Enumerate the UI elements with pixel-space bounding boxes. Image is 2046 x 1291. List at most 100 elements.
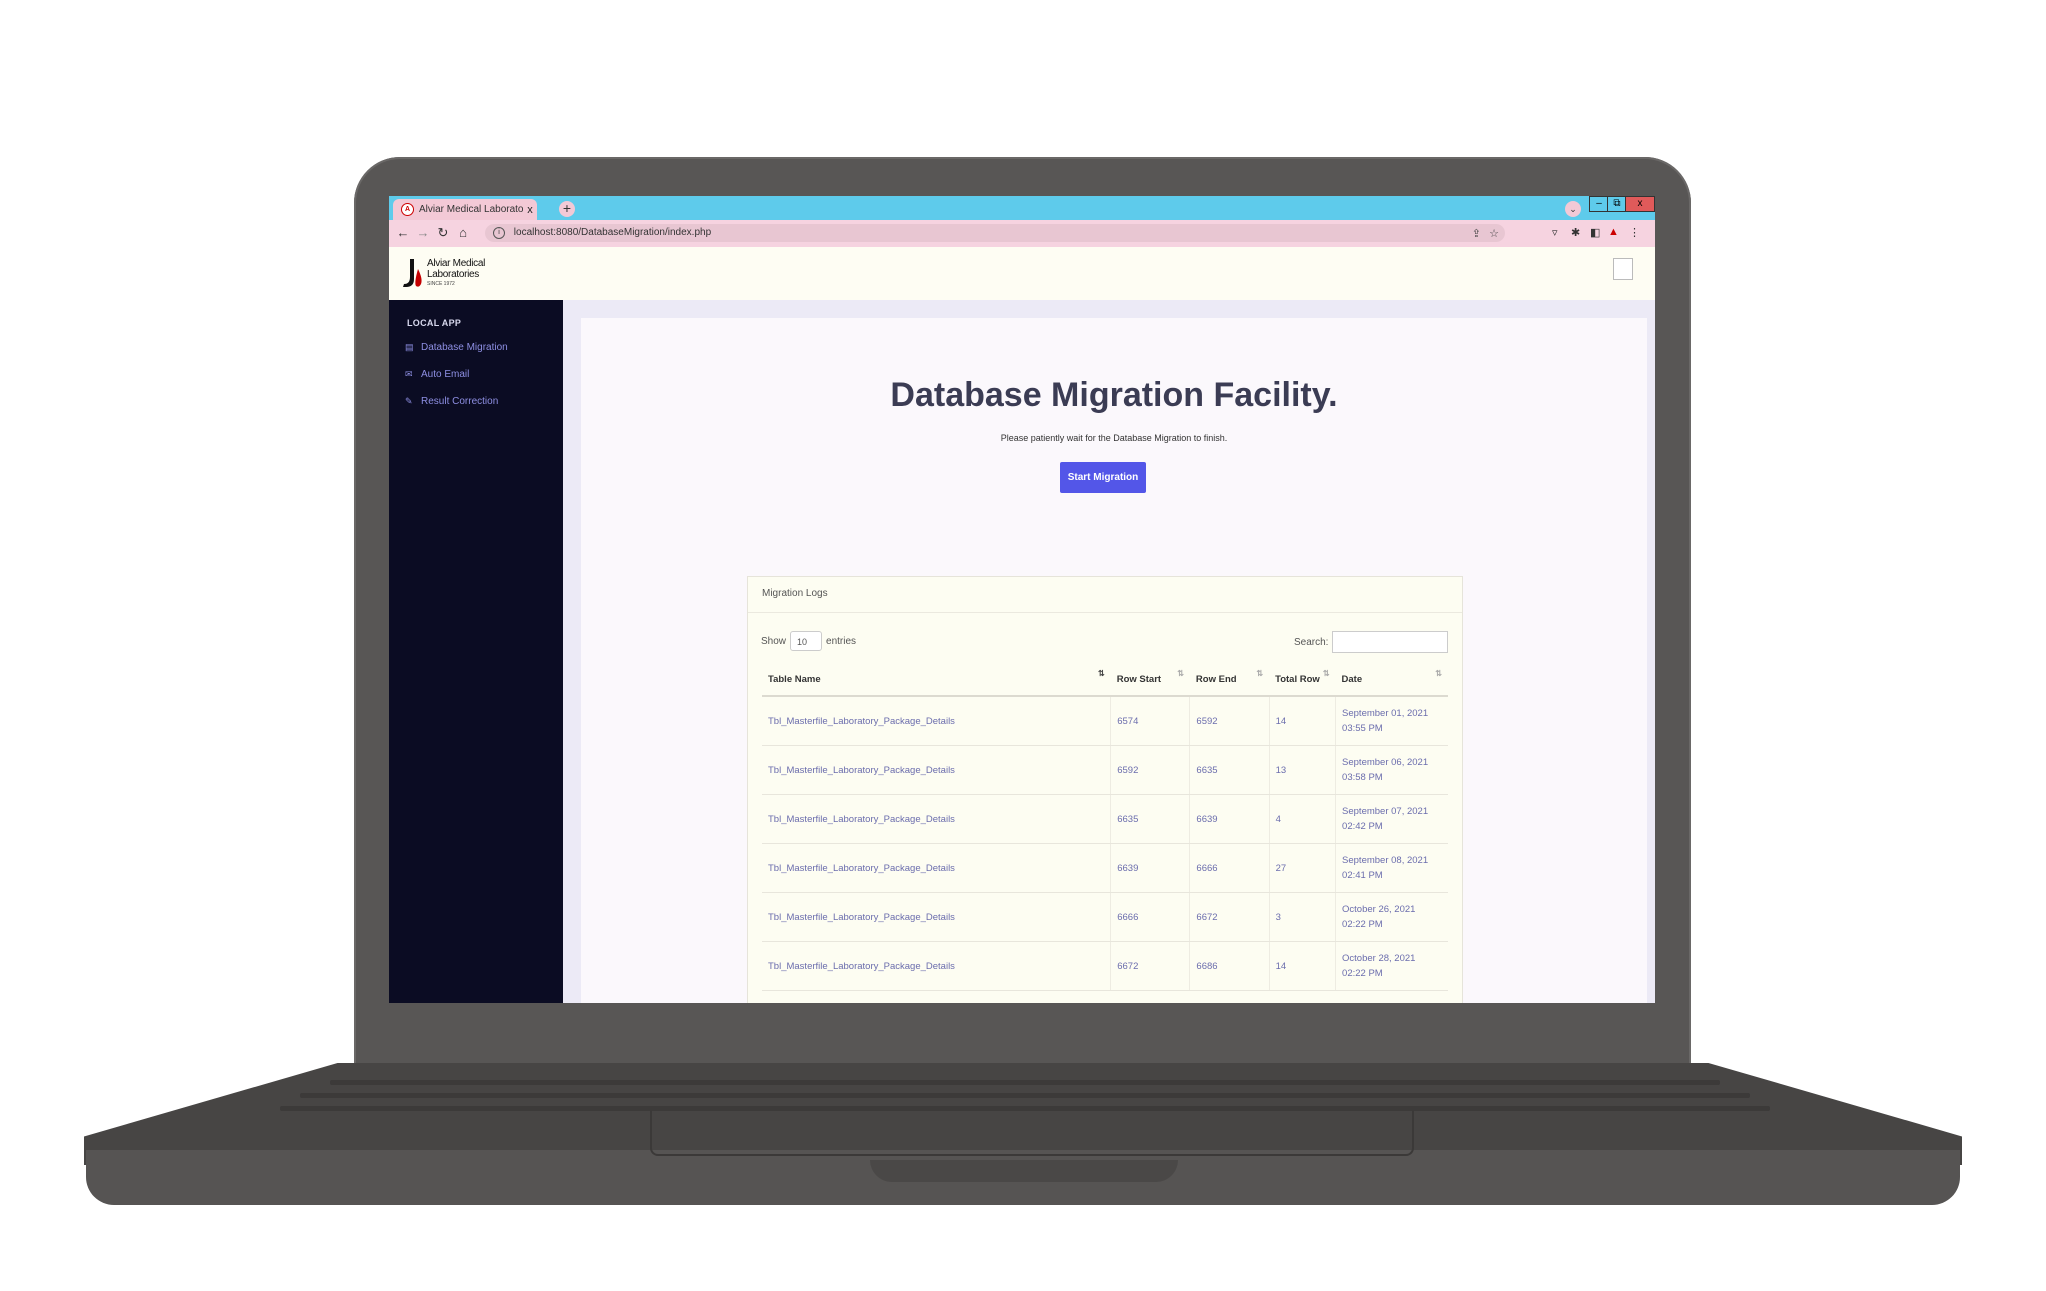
cell-total-row: 13 xyxy=(1269,745,1337,795)
keyboard-row xyxy=(330,1080,1720,1085)
start-migration-button[interactable]: Start Migration xyxy=(1060,462,1146,493)
logo-name-line2: Laboratories xyxy=(427,269,479,280)
sort-icon: ⇅ xyxy=(1435,669,1442,678)
table-row: Tbl_Masterfile_Laboratory_Package_Detail… xyxy=(762,794,1448,844)
cell-total-row: 14 xyxy=(1269,941,1337,991)
main-content: Database Migration Facility. Please pati… xyxy=(563,300,1655,1003)
url-field[interactable]: i localhost:8080/DatabaseMigration/index… xyxy=(485,224,1505,242)
cell-table-name: Tbl_Masterfile_Laboratory_Package_Detail… xyxy=(762,696,1112,746)
minimize-button[interactable]: – xyxy=(1589,196,1609,212)
logo-text: Alviar Medical Laboratories xyxy=(427,258,485,280)
cell-row-end: 6666 xyxy=(1189,843,1270,893)
sidebar-item-label: Result Correction xyxy=(421,396,499,407)
reload-icon[interactable]: ↻ xyxy=(435,225,451,241)
cell-row-start: 6635 xyxy=(1110,794,1191,844)
logo-mark-icon xyxy=(403,259,422,287)
company-logo[interactable]: Alviar Medical Laboratories SINCE 1972 xyxy=(401,257,491,291)
cell-row-start: 6592 xyxy=(1110,745,1191,795)
site-info-icon[interactable]: i xyxy=(493,227,505,239)
sidebar-item-label: Auto Email xyxy=(421,369,470,380)
cell-table-name: Tbl_Masterfile_Laboratory_Package_Detail… xyxy=(762,941,1112,991)
date-time: 02:42 PM xyxy=(1342,821,1383,832)
date-day: September 06, 2021 xyxy=(1342,757,1429,768)
table-row: Tbl_Masterfile_Laboratory_Package_Detail… xyxy=(762,941,1448,991)
migration-logs-table: Table Name ⇅ Row Start ⇅ Row End ⇅ Total Ro… xyxy=(762,663,1448,991)
table-row: Tbl_Masterfile_Laboratory_Package_Detail… xyxy=(762,892,1448,942)
cell-total-row: 14 xyxy=(1269,696,1337,746)
cell-row-end: 6635 xyxy=(1189,745,1270,795)
main-panel: Database Migration Facility. Please pati… xyxy=(581,318,1647,1003)
date-time: 03:55 PM xyxy=(1342,723,1383,734)
browser-menu-icon[interactable]: ⋮ xyxy=(1629,226,1640,239)
cell-row-end: 6686 xyxy=(1189,941,1270,991)
cell-total-row: 4 xyxy=(1269,794,1337,844)
sidebar-item-auto-email[interactable]: ✉ Auto Email xyxy=(405,369,469,380)
cell-table-name: Tbl_Masterfile_Laboratory_Package_Detail… xyxy=(762,892,1112,942)
home-icon[interactable]: ⌂ xyxy=(455,225,471,240)
url-text: localhost:8080/DatabaseMigration/index.p… xyxy=(513,227,712,238)
side-panel-icon[interactable]: ◧ xyxy=(1590,226,1600,239)
database-icon: ▤ xyxy=(405,342,414,352)
site-favicon-icon: A xyxy=(401,203,414,216)
column-header-row-end[interactable]: Row End ⇅ xyxy=(1189,663,1270,697)
column-header-date[interactable]: Date ⇅ xyxy=(1335,663,1448,697)
sort-icon: ⇅ xyxy=(1256,669,1264,678)
cell-row-start: 6639 xyxy=(1110,843,1191,893)
window-close-button[interactable]: x xyxy=(1625,196,1655,212)
card-title: Migration Logs xyxy=(762,588,828,599)
date-day: September 01, 2021 xyxy=(1342,708,1429,719)
sidebar-item-database-migration[interactable]: ▤ Database Migration xyxy=(405,342,508,353)
user-avatar[interactable] xyxy=(1613,258,1633,280)
cell-date: September 07, 2021 02:42 PM xyxy=(1335,794,1448,844)
sidebar-section-title: LOCAL APP xyxy=(407,318,462,328)
pocket-icon[interactable]: ▿ xyxy=(1552,226,1558,239)
tab-close-icon[interactable]: x xyxy=(523,204,537,216)
bookmark-star-icon[interactable]: ☆ xyxy=(1489,225,1499,243)
table-row: Tbl_Masterfile_Laboratory_Package_Detail… xyxy=(762,843,1448,893)
search-input[interactable] xyxy=(1332,631,1449,653)
date-time: 02:41 PM xyxy=(1342,870,1383,881)
column-header-table-name[interactable]: Table Name ⇅ xyxy=(762,663,1111,697)
tab-title: Alviar Medical Laboratories xyxy=(419,204,523,215)
date-day: September 08, 2021 xyxy=(1342,855,1429,866)
cell-date: October 28, 2021 02:22 PM xyxy=(1335,941,1448,991)
restore-button[interactable]: ⧉ xyxy=(1607,196,1627,212)
back-icon[interactable]: ← xyxy=(395,225,411,240)
date-time: 03:58 PM xyxy=(1342,772,1383,783)
sort-icon: ⇅ xyxy=(1098,669,1105,678)
logo-since: SINCE 1972 xyxy=(427,281,455,287)
extensions-puzzle-icon[interactable]: ✱ xyxy=(1571,226,1580,239)
card-header: Migration Logs xyxy=(748,577,1462,613)
table-search: Search: xyxy=(1294,631,1449,653)
migration-logs-card: Migration Logs Show 10 entries Search: T… xyxy=(747,576,1463,1003)
entries-label: entries xyxy=(826,635,857,647)
profile-logo-icon[interactable]: ▲ xyxy=(1608,226,1619,238)
search-label: Search: xyxy=(1294,636,1329,648)
page-title: Database Migration Facility. xyxy=(890,376,1338,414)
date-time: 02:22 PM xyxy=(1342,919,1383,930)
cell-table-name: Tbl_Masterfile_Laboratory_Package_Detail… xyxy=(762,843,1112,893)
tab-search-icon[interactable]: ⌄ xyxy=(1565,201,1581,217)
table-row: Tbl_Masterfile_Laboratory_Package_Detail… xyxy=(762,696,1448,746)
column-header-row-start[interactable]: Row Start ⇅ xyxy=(1110,663,1190,697)
browser-tab[interactable]: A Alviar Medical Laboratories x xyxy=(393,199,537,220)
date-time: 02:22 PM xyxy=(1342,968,1383,979)
date-day: September 07, 2021 xyxy=(1342,806,1429,817)
cell-row-start: 6574 xyxy=(1110,696,1191,746)
sidebar-item-label: Database Migration xyxy=(421,342,508,353)
sidebar-item-result-correction[interactable]: ✎ Result Correction xyxy=(405,396,498,407)
table-row: Tbl_Masterfile_Laboratory_Package_Detail… xyxy=(762,745,1448,795)
browser-tab-bar: A Alviar Medical Laboratories x + ⌄ – ⧉ … xyxy=(389,196,1655,220)
share-icon[interactable]: ⇪ xyxy=(1472,225,1481,243)
new-tab-button[interactable]: + xyxy=(559,201,575,217)
cell-row-end: 6672 xyxy=(1189,892,1270,942)
page-subtitle: Please patiently wait for the Database M… xyxy=(1000,433,1228,443)
forward-icon[interactable]: → xyxy=(415,225,431,240)
entries-length-control: Show 10 entries xyxy=(761,631,856,651)
show-label: Show xyxy=(761,635,787,647)
column-header-total-row[interactable]: Total Row ⇅ xyxy=(1269,663,1336,697)
cell-date: September 06, 2021 03:58 PM xyxy=(1335,745,1448,795)
entries-select[interactable]: 10 xyxy=(790,631,823,651)
cell-total-row: 27 xyxy=(1269,843,1337,893)
cell-table-name: Tbl_Masterfile_Laboratory_Package_Detail… xyxy=(762,794,1112,844)
